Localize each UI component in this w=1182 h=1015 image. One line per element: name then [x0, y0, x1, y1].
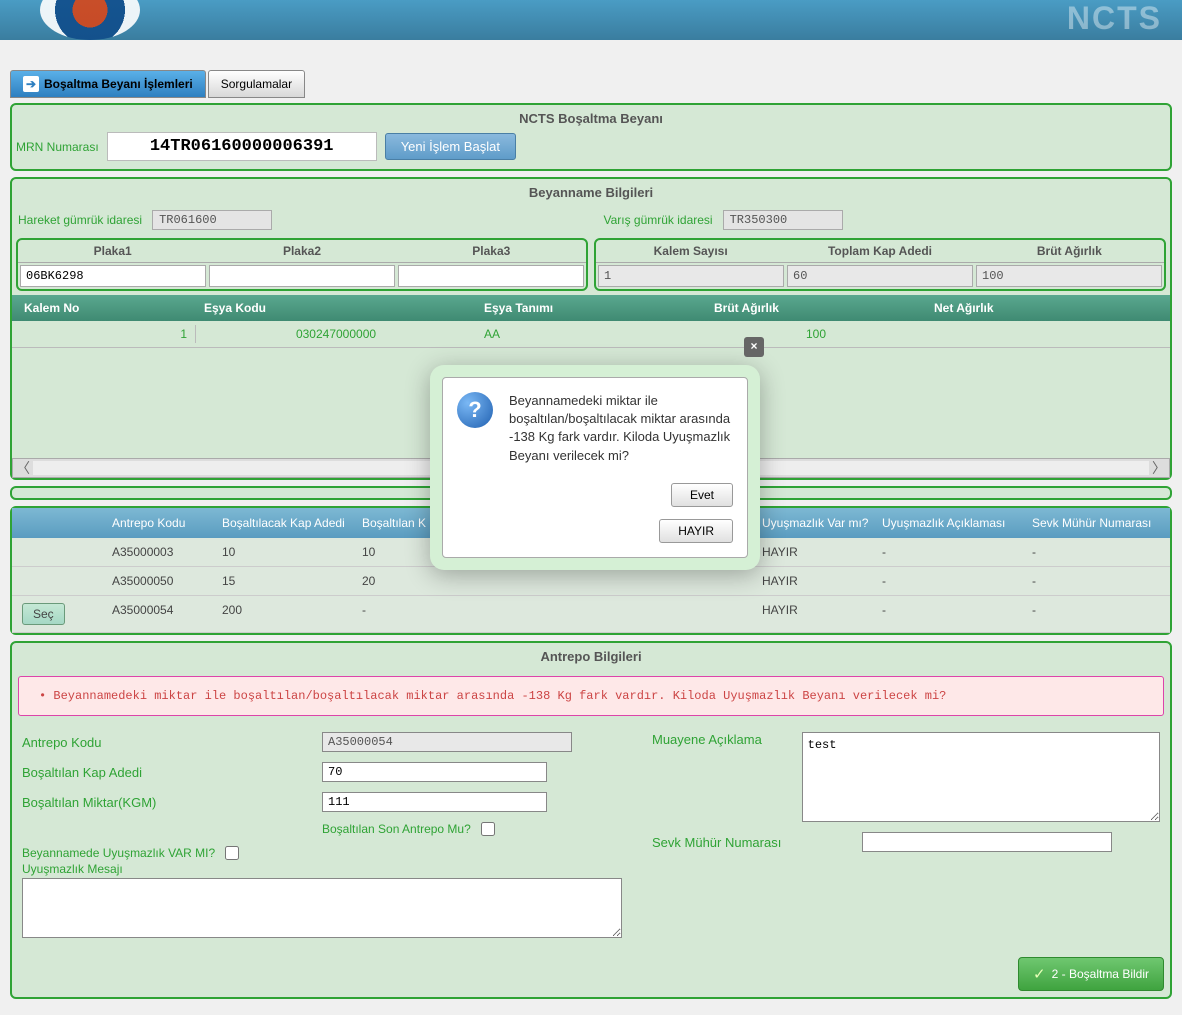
plaka3-input[interactable] — [398, 265, 584, 287]
brut-field: 100 — [976, 265, 1162, 287]
muayene-label: Muayene Açıklama — [652, 732, 792, 747]
kap-field: 60 — [787, 265, 973, 287]
panel-title: Beyanname Bilgileri — [12, 179, 1170, 206]
cell-sevk: - — [1026, 572, 1166, 590]
kalem-field: 1 — [598, 265, 784, 287]
col-acik: Uyuşmazlık Açıklaması — [876, 514, 1026, 532]
cell-sevk: - — [1026, 543, 1166, 561]
plaka2-input[interactable] — [209, 265, 395, 287]
cell-acik: - — [876, 572, 1026, 590]
plaka2-header: Plaka2 — [207, 240, 396, 263]
cell-btkap: 20 — [356, 572, 756, 590]
panel-title: Antrepo Bilgileri — [12, 643, 1170, 670]
cell-kod: A35000050 — [106, 572, 216, 590]
kod-label: Antrepo Kodu — [22, 735, 222, 750]
panel-title: NCTS Boşaltma Beyanı — [16, 109, 1166, 132]
mrn-label: MRN Numarası — [16, 140, 99, 154]
col-sevk: Sevk Mühür Numarası — [1026, 514, 1166, 532]
col-brutag: Brüt Ağırlık — [706, 299, 926, 317]
yeni-islem-button[interactable]: Yeni İşlem Başlat — [385, 133, 516, 160]
bosaltma-bildir-button[interactable]: ✓ 2 - Boşaltma Bildir — [1018, 957, 1164, 991]
son-checkbox[interactable] — [481, 822, 495, 836]
cell-kod: A35000003 — [106, 543, 216, 561]
mrn-input[interactable]: 14TR06160000006391 — [107, 132, 377, 161]
brand-logo — [40, 0, 140, 40]
plaka3-header: Plaka3 — [397, 240, 586, 263]
hareket-field: TR061600 — [152, 210, 272, 230]
varis-field: TR350300 — [723, 210, 843, 230]
check-icon: ✓ — [1033, 965, 1046, 983]
uyus-checkbox[interactable] — [225, 846, 239, 860]
cell-acik: - — [876, 543, 1026, 561]
uyusmsg-textarea[interactable] — [22, 878, 622, 938]
brand-text: NCTS — [1067, 0, 1162, 37]
col-esyakodu: Eşya Kodu — [196, 299, 476, 317]
cell-esyakodu: 030247000000 — [196, 325, 476, 343]
col-kalemno: Kalem No — [16, 299, 196, 317]
table-row[interactable]: 1 030247000000 AA 100 — [12, 321, 1170, 348]
tab-label: Boşaltma Beyanı İşlemleri — [44, 77, 193, 91]
question-icon: ? — [457, 392, 493, 428]
cell-kalemno: 1 — [16, 325, 196, 343]
arrow-icon: ➔ — [23, 76, 39, 92]
plaka1-input[interactable] — [20, 265, 206, 287]
son-label: Boşaltılan Son Antrepo Mu? — [322, 822, 471, 836]
warning-message: Beyannamedeki miktar ile boşaltılan/boşa… — [18, 676, 1164, 716]
hareket-label: Hareket gümrük idaresi — [18, 213, 142, 227]
sec-button[interactable]: Seç — [22, 603, 65, 625]
evet-button[interactable]: Evet — [671, 483, 733, 507]
confirm-dialog: × ? Beyannamedeki miktar ile boşaltılan/… — [430, 365, 760, 570]
btmiktar-input[interactable] — [322, 792, 547, 812]
col-esyatanimi: Eşya Tanımı — [476, 299, 706, 317]
plaka1-header: Plaka1 — [18, 240, 207, 263]
kalem-header: Kalem Sayısı — [596, 240, 785, 263]
kod-field: A35000054 — [322, 732, 572, 752]
scroll-right-icon[interactable]: 〉 — [1149, 458, 1169, 478]
col-netag: Net Ağırlık — [926, 299, 1166, 317]
sevk-input[interactable] — [862, 832, 1112, 852]
brut-header: Brüt Ağırlık — [975, 240, 1164, 263]
antrepo-form-panel: Antrepo Bilgileri Beyannamedeki miktar i… — [10, 641, 1172, 999]
btkap-input[interactable] — [322, 762, 547, 782]
dialog-close-button[interactable]: × — [744, 337, 764, 357]
cell-uyus: HAYIR — [756, 601, 876, 627]
btmiktar-label: Boşaltılan Miktar(KGM) — [22, 795, 222, 810]
sevk-label: Sevk Mühür Numarası — [652, 835, 852, 850]
action-btn-label: 2 - Boşaltma Bildir — [1052, 967, 1149, 981]
cell-sevk: - — [1026, 601, 1166, 627]
cell-brutag: 100 — [706, 325, 926, 343]
tab-bosaltma[interactable]: ➔ Boşaltma Beyanı İşlemleri — [10, 70, 206, 98]
tab-sorgulamalar[interactable]: Sorgulamalar — [208, 70, 305, 98]
scroll-left-icon[interactable]: 〈 — [13, 458, 33, 478]
muayene-textarea[interactable] — [802, 732, 1160, 822]
cell-uyus: HAYIR — [756, 543, 876, 561]
kap-header: Toplam Kap Adedi — [785, 240, 974, 263]
col-uyus: Uyuşmazlık Var mı? — [756, 514, 876, 532]
main-tabs: ➔ Boşaltma Beyanı İşlemleri Sorgulamalar — [10, 70, 1172, 98]
cell-kod: A35000054 — [106, 601, 216, 627]
cell-btkap: - — [356, 601, 756, 627]
btkap-label: Boşaltılan Kap Adedi — [22, 765, 222, 780]
cell-bkap: 15 — [216, 572, 356, 590]
tab-label: Sorgulamalar — [221, 77, 292, 91]
cell-esyatanimi: AA — [476, 325, 706, 343]
cell-netag — [926, 325, 1166, 343]
hayir-button[interactable]: HAYIR — [659, 519, 733, 543]
col-kod: Antrepo Kodu — [106, 514, 216, 532]
varis-label: Varış gümrük idaresi — [603, 213, 712, 227]
col-bkap: Boşaltılacak Kap Adedi — [216, 514, 356, 532]
table-row[interactable]: SeçA35000054200-HAYIR-- — [12, 596, 1170, 633]
top-banner: NCTS — [0, 0, 1182, 40]
items-table-header: Kalem No Eşya Kodu Eşya Tanımı Brüt Ağır… — [12, 295, 1170, 321]
cell-bkap: 10 — [216, 543, 356, 561]
table-row[interactable]: A350000501520HAYIR-- — [12, 567, 1170, 596]
cell-acik: - — [876, 601, 1026, 627]
uyusmsg-label: Uyuşmazlık Mesajı — [22, 862, 123, 876]
cell-uyus: HAYIR — [756, 572, 876, 590]
uyus-label: Beyannamede Uyuşmazlık VAR MI? — [22, 846, 215, 860]
mrn-panel: NCTS Boşaltma Beyanı MRN Numarası 14TR06… — [10, 103, 1172, 171]
cell-bkap: 200 — [216, 601, 356, 627]
dialog-text: Beyannamedeki miktar ile boşaltılan/boşa… — [509, 392, 733, 465]
